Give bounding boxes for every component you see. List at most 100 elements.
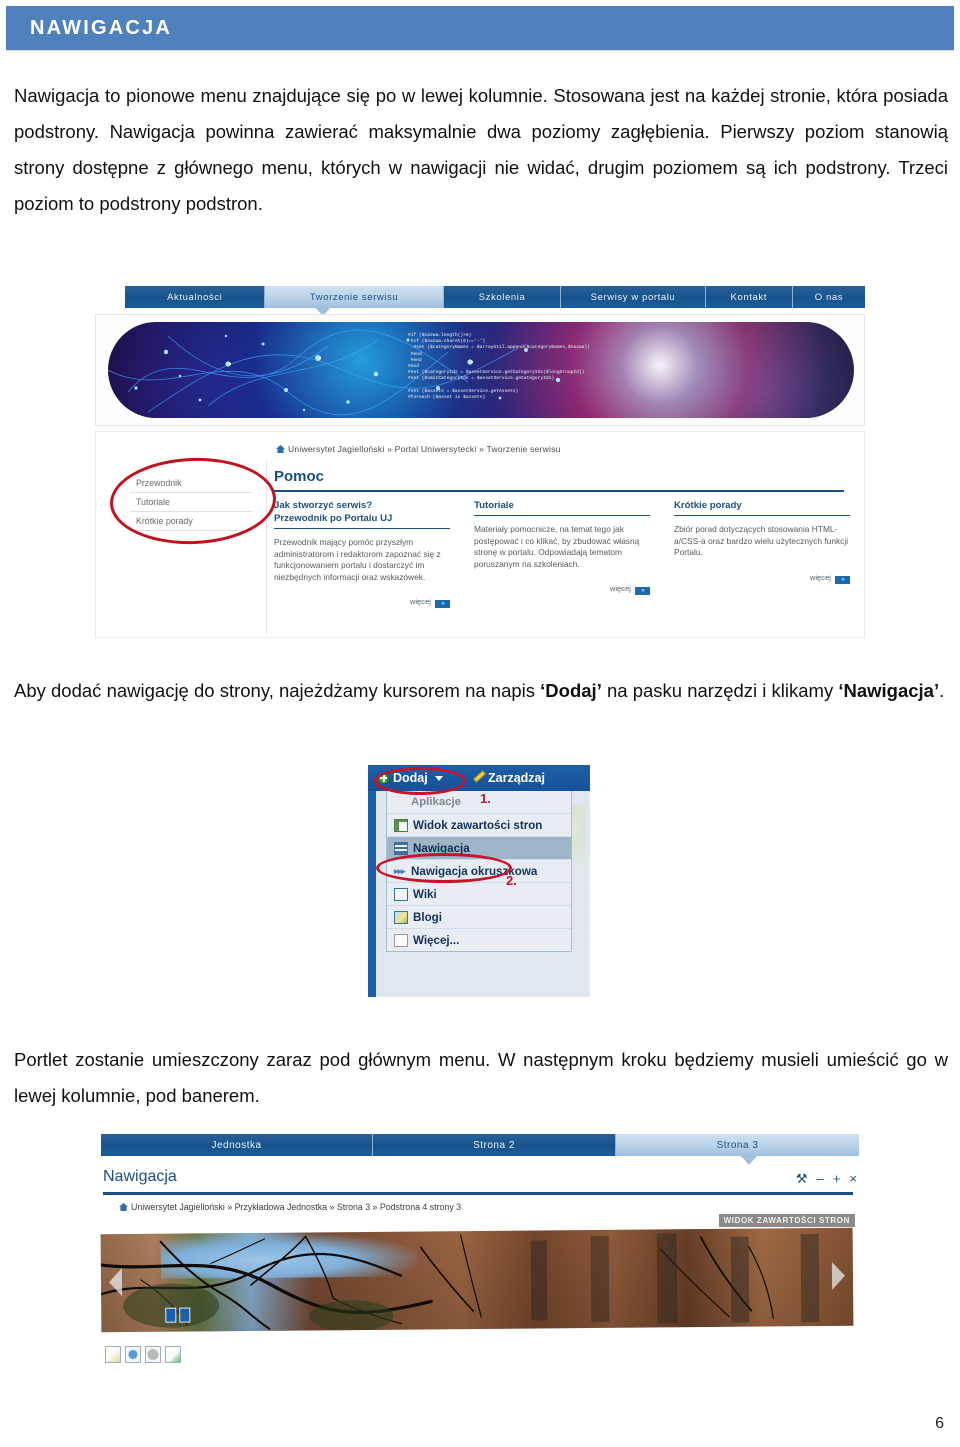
more-link-tutoriale[interactable]: więcej » [474,584,650,596]
banner-velocity-code: #if ($nazwa.length()>0) #if ($nazwa.char… [408,333,590,401]
content-heading: Pomoc [274,468,325,485]
portlet-title: Nawigacja [103,1168,177,1185]
breadcrumb-text: Uniwersytet Jagielloński » Portal Uniwer… [288,444,561,454]
menu-item-label: Widok zawartości stron [413,818,543,832]
manage-button[interactable]: Zarządzaj [472,769,545,787]
edit-icon[interactable] [105,1346,121,1363]
carousel-next-arrow-icon[interactable] [831,1261,846,1290]
p2-text-before: Aby dodać nawigację do strony, najeżdżam… [14,680,541,701]
portal-content-area: Uniwersytet Jagielloński » Portal Uniwer… [95,431,865,638]
banner-image: #if ($nazwa.length()>0) #if ($nazwa.char… [108,322,854,418]
menu-item-label: Wiki [413,887,437,901]
menu-item-blogi[interactable]: Blogi [387,906,571,929]
home-icon [276,445,285,453]
menu-item-widok-zawartosci-stron[interactable]: Widok zawartości stron [387,814,571,837]
p2-bold-dodaj: ‘Dodaj’ [540,680,602,701]
tab-strona-2[interactable]: Strona 2 [373,1134,616,1156]
menu-left-accent-strip [368,791,376,997]
permissions-icon[interactable] [125,1346,141,1363]
page-content-view-icon [394,818,408,832]
page-title: NAWIGACJA [30,17,173,39]
p2-text-after: . [939,680,945,701]
menu-item-label: Więcej... [413,933,460,947]
home-icon [119,1203,128,1211]
wrench-icon[interactable]: ⚒ [796,1172,808,1185]
tree-branches-graphic [100,1233,820,1333]
menu-item-label: Aplikacje [411,796,462,808]
help-columns: Jak stworzyć serwis? Przewodnik po Porta… [274,499,850,609]
carousel-prev-arrow-icon[interactable] [108,1268,123,1297]
help-column-tutoriale: Tutoriale Materiały pomocnicze, na temat… [474,499,650,608]
tab-szkolenia[interactable]: Szkolenia [443,286,562,308]
column-heading[interactable]: Krótkie porady [674,499,850,516]
maximize-icon[interactable]: + [833,1172,841,1185]
more-label: więcej [409,597,431,607]
annotation-ellipse-nawigacja [376,853,512,883]
tab-jednostka[interactable]: Jednostka [101,1134,373,1156]
dot-1[interactable] [165,1307,177,1323]
more-label: więcej [809,572,831,582]
p2-text-middle: na pasku narzędzi i klikamy [601,680,839,701]
more-arrow-icon: » [635,587,650,596]
instruction-paragraph-add-navigation: Aby dodać nawigację do strony, najeżdżam… [14,673,948,709]
manage-button-label: Zarządzaj [488,771,545,785]
more-label: więcej [609,584,631,594]
configuration-gear-icon[interactable] [145,1346,161,1363]
column-body: Zbiór porad dotyczących stosowania HTML-… [674,524,849,558]
heading-underline [274,490,844,492]
document-page: NAWIGACJA Nawigacja to pionowe menu znaj… [0,0,960,1447]
section-header-bar: NAWIGACJA [6,6,954,50]
carousel-pagination-dots[interactable] [165,1307,191,1323]
portlet-toolbar[interactable]: ⚒ – + × [796,1172,857,1185]
add-content-icon[interactable] [165,1346,181,1363]
menu-item-wiecej[interactable]: Więcej... [387,929,571,951]
tab-serwisy-w-portalu[interactable]: Serwisy w portalu [561,286,706,308]
help-column-krotkie-porady: Krótkie porady Zbiór porad dotyczących s… [674,499,850,608]
page-number: 6 [935,1415,944,1432]
more-link-krotkie-porady[interactable]: więcej » [674,573,850,584]
more-arrow-icon: » [435,600,450,609]
wiki-icon [394,887,408,901]
tab-aktualnosci[interactable]: Aktualności [125,286,266,308]
portal-main-menu-tabs[interactable]: Aktualności Tworzenie serwisu Szkolenia … [125,286,865,308]
more-arrow-icon: » [835,575,850,584]
breadcrumb: Uniwersytet Jagielloński » Przykładowa J… [119,1202,461,1212]
banner-photo-campus [100,1227,854,1333]
breadcrumb-text: Uniwersytet Jagielloński » Przykładowa J… [131,1202,462,1212]
tab-tworzenie-serwisu[interactable]: Tworzenie serwisu [265,286,444,308]
screenshot-navigation-portlet-placed: Jednostka Strona 2 Strona 3 Nawigacja ⚒ … [95,1128,865,1418]
column-body: Materiały pomocnicze, na temat tego jak … [474,524,640,569]
closing-paragraph: Portlet zostanie umieszczony zaraz pod g… [14,1049,948,1106]
breadcrumb: Uniwersytet Jagielloński » Portal Uniwer… [276,444,561,454]
minimize-icon[interactable]: – [817,1172,824,1185]
annotation-step-2: 2. [506,873,517,888]
annotation-ellipse-dodaj [374,767,466,795]
page-content-view-label: WIDOK ZAWARTOŚCI STRON [718,1214,855,1227]
column-heading[interactable]: Tutoriale [474,499,650,516]
menu-item-label: Blogi [413,910,442,924]
help-column-przewodnik: Jak stworzyć serwis? Przewodnik po Porta… [274,499,450,609]
tab-kontakt[interactable]: Kontakt [705,286,793,308]
column-body: Przewodnik mający pomóc przyszłym admini… [274,537,441,582]
more-icon [394,933,408,947]
dot-2[interactable] [179,1307,191,1323]
pencil-icon [472,772,484,784]
more-link-przewodnik[interactable]: więcej » [274,597,450,609]
portlet-title-underline [103,1192,853,1195]
screenshot-add-menu-dropdown: Dodaj Zarządzaj Aplikacje Widok zawartoś… [368,765,590,997]
screenshot-portal-help-page: Aktualności Tworzenie serwisu Szkolenia … [95,283,865,638]
menu-item-wiki[interactable]: Wiki [387,883,571,906]
close-icon[interactable]: × [849,1172,857,1185]
tab-strona-3[interactable]: Strona 3 [616,1134,859,1156]
tab-o-nas[interactable]: O nas [792,286,865,308]
annotation-ellipse-navigation [108,455,278,547]
portlet-action-icons[interactable] [105,1346,181,1363]
annotation-step-1: 1. [480,791,491,806]
active-tab-pointer-icon [741,1156,757,1165]
intro-paragraph: Nawigacja to pionowe menu znajdujące się… [14,85,948,214]
portal-main-menu-tabs[interactable]: Jednostka Strona 2 Strona 3 [101,1134,859,1156]
blog-icon [394,910,408,924]
banner-container: #if ($nazwa.length()>0) #if ($nazwa.char… [95,314,865,426]
column-heading[interactable]: Jak stworzyć serwis? Przewodnik po Porta… [274,499,450,529]
navigation-icon [394,841,408,855]
